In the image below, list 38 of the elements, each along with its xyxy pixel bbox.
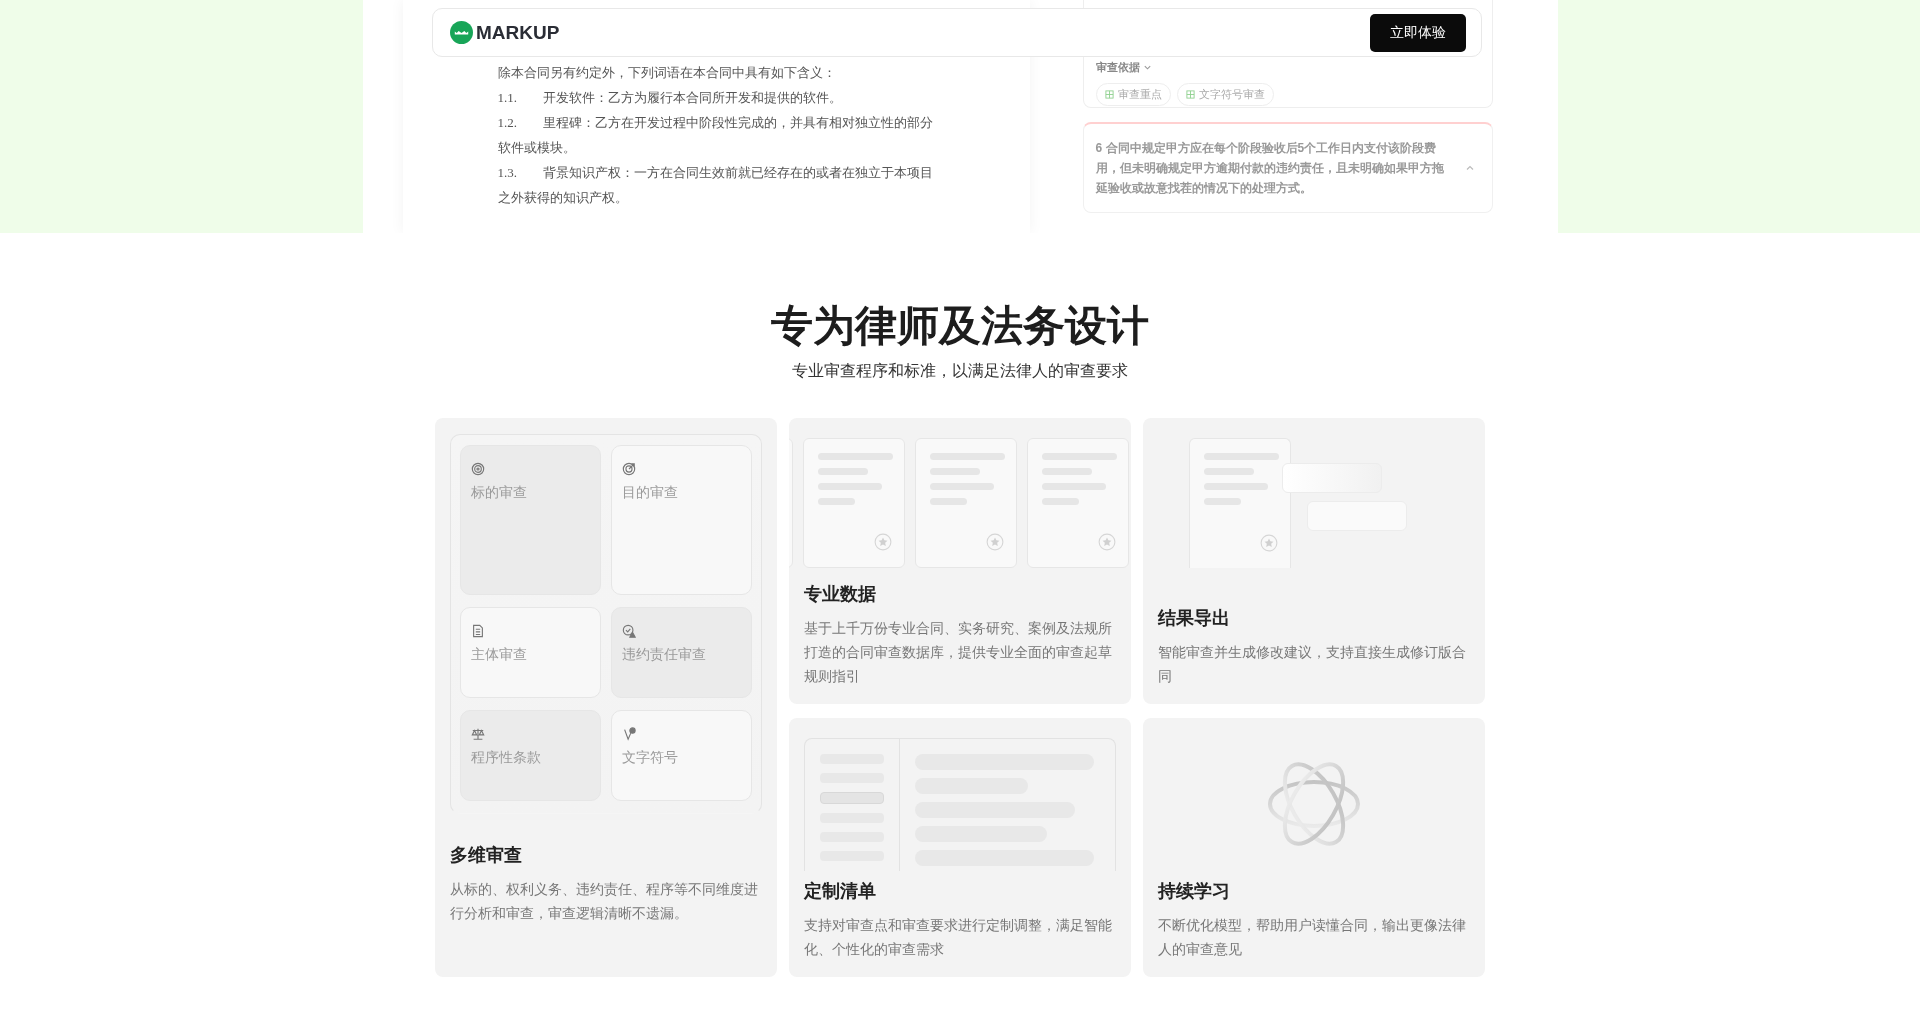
- logo-wordmark[interactable]: MARKUP: [476, 21, 560, 44]
- card-title: 持续学习: [1158, 880, 1231, 903]
- document-paragraph: 除本合同另有约定外，下列词语在本合同中具有如下含义：: [497, 64, 837, 82]
- dimension-label: 程序性条款: [471, 749, 541, 767]
- dimension-label: 违约责任审查: [622, 646, 706, 664]
- dimension-label: 目的审查: [622, 484, 678, 502]
- dimension-label: 主体审查: [471, 646, 527, 664]
- table-icon: [1104, 90, 1114, 99]
- try-now-button[interactable]: 立即体验: [1370, 13, 1466, 52]
- dimension-label: 文字符号: [622, 749, 678, 767]
- document-paragraph: 1.3. 背景知识产权：一方在合同生效前就已经存在的或者在独立于本项目之外获得的知识产权。: [497, 164, 934, 207]
- logo-icon: [450, 21, 473, 44]
- card-description: 基于上千万份专业合同、实务研究、案例及法规所打造的合同审查数据库，提供专业全面的审查起草规则指引: [804, 619, 1113, 686]
- target-icon: [471, 462, 485, 476]
- card-description: 从标的、权利义务、违约责任、程序等不同维度进行分析和审查，审查逻辑清晰不遗漏。: [450, 880, 759, 923]
- pen-icon: [622, 727, 636, 741]
- chevron-up-icon[interactable]: [1464, 163, 1475, 173]
- card-title: 多维审查: [450, 844, 523, 867]
- dimension-label: 标的审查: [471, 484, 527, 502]
- card-description: 不断优化模型，帮助用户读懂合同，输出更像法律人的审查意见: [1158, 916, 1467, 959]
- card-title: 专业数据: [804, 583, 877, 606]
- document-paragraph: 1.1. 开发软件：乙方为履行本合同所开发和提供的软件。: [497, 89, 843, 107]
- section-subtitle: 专业审查程序和标准，以满足法律人的审查要求: [792, 361, 1128, 381]
- target-icon: [622, 462, 636, 476]
- issue-text: 6 合同中规定甲方应在每个阶段验收后5个工作日内支付该阶段费用，但未明确规定甲方逾期付款的违约责任，且未明确如果甲方拖延验收或故意找茬的情况下的处理方式。: [1095, 140, 1445, 197]
- document-icon: [471, 624, 485, 638]
- card-description: 智能审查并生成修改建议，支持直接生成修订版合同: [1158, 643, 1467, 686]
- scale-icon: [471, 727, 485, 741]
- warning-icon: [622, 624, 636, 638]
- card-title: 结果导出: [1158, 607, 1231, 630]
- section-title: 专为律师及法务设计: [771, 301, 1149, 351]
- card-description: 支持对审查点和审查要求进行定制调整，满足智能化、个性化的审查需求: [804, 916, 1113, 959]
- document-paragraph: 1.2. 里程碑：乙方在开发过程中阶段性完成的，并具有相对独立性的部分软件或模块。: [497, 114, 934, 157]
- list-item-placeholder: [820, 792, 884, 804]
- card-title: 定制清单: [804, 880, 877, 903]
- chevron-down-icon: [1142, 63, 1152, 72]
- table-icon: [1185, 90, 1195, 99]
- review-basis-toggle[interactable]: 审查依据: [1095, 60, 1480, 75]
